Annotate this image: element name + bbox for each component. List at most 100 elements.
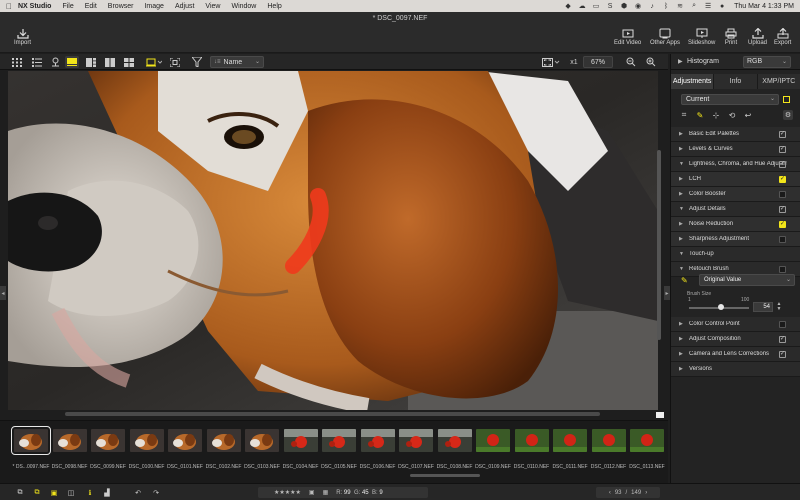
adjustment-checkbox[interactable]: ✓ — [779, 131, 786, 138]
filter-icon[interactable] — [190, 56, 204, 68]
adjustment-row[interactable]: ▶ Camera and Lens Corrections ✓ — [671, 347, 800, 362]
pen-icon[interactable]: ✎ — [681, 276, 691, 286]
siri-icon[interactable]: ● — [718, 2, 726, 10]
rating-stars-icon[interactable]: ★★★★★ — [274, 489, 301, 496]
menu-adjust[interactable]: Adjust — [175, 3, 194, 10]
menu-help[interactable]: Help — [267, 3, 281, 10]
navigator-box[interactable] — [656, 412, 664, 418]
menu-window[interactable]: Window — [231, 3, 256, 10]
skype-icon[interactable]: S — [606, 2, 614, 10]
list-view-icon[interactable] — [30, 56, 44, 68]
bluetooth-icon[interactable]: ᛒ — [662, 2, 670, 10]
mark-view-icon[interactable] — [144, 56, 164, 68]
grid-view-icon[interactable] — [10, 56, 24, 68]
control-center-icon[interactable]: ☰ — [704, 2, 712, 10]
wifi-icon[interactable]: ≋ — [676, 2, 684, 10]
adjustment-checkbox[interactable] — [779, 321, 786, 328]
adjustment-row[interactable]: ▶ Adjust Composition ✓ — [671, 332, 800, 347]
menu-view[interactable]: View — [205, 3, 220, 10]
adjustment-row[interactable]: ▶ Noise Reduction ✓ — [671, 217, 800, 232]
rotate-right-icon[interactable]: ↷ — [150, 487, 162, 498]
info-icon[interactable]: ℹ — [84, 487, 96, 498]
rotate-icon[interactable]: ⟲ — [727, 110, 737, 120]
menu-app[interactable]: NX Studio — [18, 3, 51, 10]
brush-size-input[interactable]: 54 — [753, 302, 773, 312]
filmstrip-thumbnail[interactable] — [360, 429, 395, 452]
music-icon[interactable]: ♪ — [648, 2, 656, 10]
adjustment-checkbox[interactable]: ✓ — [779, 351, 786, 358]
filmstrip-thumbnail[interactable] — [476, 429, 510, 452]
protect-icon[interactable]: ▣ — [309, 489, 315, 496]
filmstrip-thumbnail[interactable] — [591, 429, 626, 452]
print-button[interactable]: Print — [724, 27, 738, 46]
zoom-in-icon[interactable] — [644, 56, 658, 68]
filmstrip-view-icon[interactable] — [84, 56, 98, 68]
export-button[interactable]: Export — [774, 27, 791, 46]
upload-button[interactable]: Upload — [748, 27, 767, 46]
compare-view-icon[interactable] — [103, 56, 117, 68]
edit-video-button[interactable]: Edit Video — [614, 27, 641, 46]
retouch-mode-select[interactable]: Original Value ⌄ — [699, 274, 795, 286]
histogram-header[interactable]: ▶ Histogram RGB ⌄ — [671, 54, 800, 70]
filmstrip-thumbnail[interactable] — [553, 429, 587, 452]
viewer-vertical-scrollbar[interactable] — [657, 150, 661, 340]
brush-tool-icon[interactable]: ✎ — [695, 110, 705, 120]
tab-xmp-iptc[interactable]: XMP/IPTC — [757, 74, 800, 89]
menu-browser[interactable]: Browser — [108, 3, 134, 10]
filmstrip-thumbnail[interactable] — [283, 429, 318, 452]
filmstrip-thumbnail[interactable] — [11, 426, 51, 455]
adjustment-row[interactable]: ▶ Versions — [671, 362, 800, 377]
apply-marker-icon[interactable] — [783, 96, 790, 103]
image-viewer[interactable] — [8, 71, 658, 410]
shield-icon[interactable]: ⬢ — [620, 2, 628, 10]
filmstrip-thumbnail[interactable] — [206, 429, 241, 452]
fit-window-icon[interactable] — [540, 56, 562, 68]
brush-size-stepper[interactable]: ▲ ▼ — [775, 302, 783, 312]
screen-icon[interactable]: ▭ — [592, 2, 600, 10]
search-icon[interactable]: ⌕ — [690, 2, 698, 10]
adjustment-row[interactable]: ▼ Touch-up — [671, 247, 800, 262]
adjustment-row[interactable]: ▶ LCH ✓ — [671, 172, 800, 187]
filmstrip-thumbnail[interactable] — [322, 429, 356, 452]
adjustment-checkbox[interactable] — [779, 191, 786, 198]
sort-select[interactable]: ↓≡ Name ⌄ — [210, 56, 264, 68]
prev-page-icon[interactable]: ‹ — [609, 490, 611, 496]
adjustment-checkbox[interactable]: ✓ — [779, 206, 786, 213]
adjustment-row[interactable]: ▼ Lightness, Chroma, and Hue Adjustment ✓ — [671, 157, 800, 172]
viewer-horizontal-scrollbar[interactable] — [65, 412, 600, 416]
stack-icon[interactable]: ⧉ — [14, 487, 26, 498]
compare-icon[interactable]: ◫ — [65, 487, 77, 498]
adjustment-row[interactable]: ▼ Adjust Details ✓ — [671, 202, 800, 217]
cloud-icon[interactable]: ☁ — [578, 2, 586, 10]
filmstrip-thumbnail[interactable] — [129, 429, 164, 452]
undo-icon[interactable]: ↩ — [743, 110, 753, 120]
left-panel-toggle-icon[interactable]: ◂ — [0, 286, 6, 300]
fit-screen-icon[interactable] — [168, 56, 182, 68]
next-page-icon[interactable]: › — [645, 490, 647, 496]
crop-icon[interactable]: ⌗ — [679, 110, 689, 120]
multi-view-icon[interactable] — [122, 56, 136, 68]
adjustment-row[interactable]: ▶ Basic Edit Palettes ✓ — [671, 127, 800, 142]
slideshow-button[interactable]: Slideshow — [688, 27, 715, 46]
adjustment-row[interactable]: ▶ Sharpness Adjustment — [671, 232, 800, 247]
filmstrip-thumbnail[interactable] — [437, 429, 472, 452]
rotate-left-icon[interactable]: ↶ — [132, 487, 144, 498]
label-color-icon[interactable]: ▦ — [323, 489, 329, 496]
filmstrip-thumbnail[interactable] — [91, 429, 125, 452]
tab-adjustments[interactable]: Adjustments — [671, 74, 715, 89]
filmstrip-thumbnail[interactable] — [630, 429, 664, 452]
map-pin-icon[interactable] — [48, 56, 62, 68]
straighten-icon[interactable]: ⊹ — [711, 110, 721, 120]
adjustment-checkbox[interactable]: ✓ — [779, 161, 786, 168]
brush-size-slider-handle[interactable] — [718, 304, 725, 310]
label-stack-icon[interactable]: ⧉ — [31, 487, 43, 498]
zoom-percent-select[interactable]: 67% — [583, 56, 613, 68]
tab-info[interactable]: Info — [714, 74, 758, 89]
record-icon[interactable]: ◉ — [634, 2, 642, 10]
dropbox-icon[interactable]: ◆ — [564, 2, 572, 10]
adjustment-checkbox[interactable] — [779, 236, 786, 243]
menu-image[interactable]: Image — [144, 3, 163, 10]
other-apps-button[interactable]: Other Apps — [650, 27, 680, 46]
gear-icon[interactable]: ⚙ — [783, 110, 793, 120]
single-view-icon[interactable] — [65, 56, 79, 68]
